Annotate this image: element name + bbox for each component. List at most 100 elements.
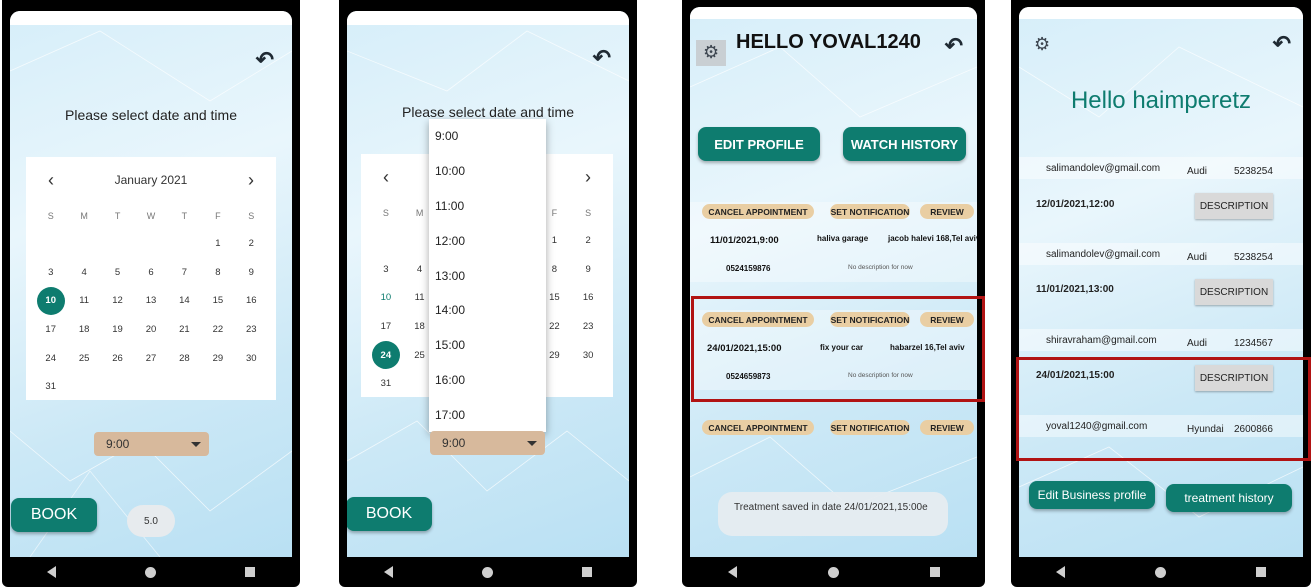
review-button[interactable]: REVIEW — [920, 204, 974, 219]
book-button[interactable]: BOOK — [347, 497, 432, 531]
time-option[interactable]: 10:00 — [429, 154, 546, 189]
calendar-day[interactable]: 26 — [101, 344, 134, 373]
treatment-history-button[interactable]: treatment history — [1166, 484, 1292, 512]
set-notification-button[interactable]: SET NOTIFICATION — [830, 420, 910, 435]
calendar-day[interactable]: 28 — [168, 344, 201, 373]
time-dropdown[interactable]: 9:00 — [94, 432, 209, 456]
edit-business-profile-button[interactable]: Edit Business profile — [1029, 481, 1155, 509]
calendar-day[interactable]: 2 — [235, 229, 268, 258]
calendar-day[interactable]: 16 — [571, 283, 605, 312]
weekday-label: T — [181, 211, 188, 221]
nav-recent-icon[interactable] — [1256, 567, 1266, 577]
watch-history-button[interactable]: WATCH HISTORY — [843, 127, 966, 161]
description-button[interactable]: DESCRIPTION — [1195, 193, 1273, 219]
time-option[interactable]: 9:00 — [429, 119, 546, 154]
cancel-appointment-button[interactable]: CANCEL APPOINTMENT — [702, 204, 814, 219]
chevron-left-icon[interactable]: ‹ — [383, 167, 389, 188]
nav-recent-icon[interactable] — [582, 567, 593, 577]
nav-back-icon[interactable] — [383, 566, 393, 578]
calendar-day[interactable]: 11 — [67, 286, 100, 315]
time-option[interactable]: 14:00 — [429, 293, 546, 328]
phone-frame-2: ↶ Please select date and time ‹ › SMTWTF… — [339, 0, 637, 587]
appointment-card: CANCEL APPOINTMENT SET NOTIFICATION REVI… — [690, 194, 977, 286]
back-icon[interactable]: ↶ — [1273, 31, 1291, 57]
cancel-appointment-button[interactable]: CANCEL APPOINTMENT — [702, 420, 814, 435]
book-button[interactable]: BOOK — [11, 498, 97, 532]
calendar-day[interactable]: 22 — [201, 315, 234, 344]
calendar-day[interactable]: 14 — [168, 286, 201, 315]
android-nav-bar — [1011, 557, 1311, 587]
calendar-day[interactable]: 31 — [34, 372, 67, 401]
nav-back-icon[interactable] — [727, 566, 737, 578]
calendar-day[interactable]: 10 — [34, 286, 67, 315]
nav-recent-icon[interactable] — [245, 567, 256, 577]
back-icon[interactable]: ↶ — [256, 47, 274, 73]
time-option[interactable]: 12:00 — [429, 223, 546, 258]
nav-back-icon[interactable] — [1056, 566, 1065, 578]
appointment-garage: haliva garage — [817, 234, 869, 243]
calendar-day[interactable]: 30 — [235, 344, 268, 373]
weekday-label: F — [215, 211, 221, 221]
time-option[interactable]: 16:00 — [429, 363, 546, 398]
back-icon[interactable]: ↶ — [593, 45, 611, 71]
set-notification-button[interactable]: SET NOTIFICATION — [830, 204, 910, 219]
calendar-day[interactable]: 10 — [369, 283, 403, 312]
calendar-day[interactable]: 19 — [101, 315, 134, 344]
car-number: 5238254 — [1234, 252, 1273, 263]
gear-icon: ⚙ — [703, 42, 720, 62]
nav-recent-icon[interactable] — [929, 567, 940, 577]
time-option[interactable]: 15:00 — [429, 328, 546, 363]
calendar-day[interactable]: 7 — [168, 258, 201, 287]
calendar-day[interactable]: 17 — [34, 315, 67, 344]
calendar-day[interactable]: 25 — [67, 344, 100, 373]
calendar-day[interactable]: 31 — [369, 369, 403, 398]
greeting-title: Hello haimperetz — [1070, 87, 1252, 114]
nav-home-icon[interactable] — [144, 566, 156, 578]
nav-home-icon[interactable] — [481, 566, 493, 578]
calendar-day[interactable]: 3 — [369, 255, 403, 284]
chevron-right-icon[interactable]: › — [585, 167, 591, 188]
calendar-day[interactable]: 23 — [235, 315, 268, 344]
calendar-day[interactable]: 9 — [235, 258, 268, 287]
calendar-day[interactable]: 18 — [67, 315, 100, 344]
review-button[interactable]: REVIEW — [920, 420, 974, 435]
settings-button[interactable]: ⚙ — [696, 40, 726, 66]
time-option[interactable]: 11:00 — [429, 189, 546, 224]
time-option[interactable]: 17:00 — [429, 397, 546, 432]
calendar-day[interactable]: 21 — [168, 315, 201, 344]
calendar-day[interactable]: 5 — [101, 258, 134, 287]
chevron-right-icon[interactable]: › — [248, 170, 254, 191]
calendar-day[interactable]: 8 — [201, 258, 234, 287]
rating-chip[interactable]: 5.0 — [127, 505, 175, 537]
nav-back-icon[interactable] — [46, 566, 56, 578]
calendar-day[interactable]: 24 — [369, 341, 403, 370]
calendar-day[interactable]: 2 — [571, 226, 605, 255]
calendar-day[interactable]: 3 — [34, 258, 67, 287]
nav-home-icon[interactable] — [827, 566, 839, 578]
back-icon[interactable]: ↶ — [945, 33, 963, 59]
calendar-day[interactable]: 9 — [571, 255, 605, 284]
nav-home-icon[interactable] — [1155, 566, 1166, 578]
calendar-day[interactable]: 13 — [134, 286, 167, 315]
user-home-screen: ⚙ HELLO YOVAL1240 ↶ EDIT PROFILE WATCH H… — [690, 7, 977, 557]
time-option[interactable]: 13:00 — [429, 258, 546, 293]
calendar-day[interactable]: 30 — [571, 341, 605, 370]
calendar-day[interactable]: 16 — [235, 286, 268, 315]
calendar-day[interactable]: 27 — [134, 344, 167, 373]
calendar-day[interactable]: 17 — [369, 312, 403, 341]
calendar-day[interactable]: 20 — [134, 315, 167, 344]
calendar-day[interactable]: 6 — [134, 258, 167, 287]
calendar-day[interactable]: 4 — [67, 258, 100, 287]
description-button[interactable]: DESCRIPTION — [1195, 279, 1273, 305]
calendar-day[interactable]: 12 — [101, 286, 134, 315]
edit-profile-button[interactable]: EDIT PROFILE — [698, 127, 820, 161]
calendar-day[interactable]: 29 — [201, 344, 234, 373]
chevron-left-icon[interactable]: ‹ — [48, 170, 54, 191]
calendar-day[interactable]: 1 — [201, 229, 234, 258]
business-home-screen: ⚙ ↶ Hello haimperetz salimandolev@gmail.… — [1019, 7, 1303, 557]
calendar-day[interactable]: 15 — [201, 286, 234, 315]
gear-icon[interactable]: ⚙ — [1034, 34, 1050, 55]
time-dropdown[interactable]: 9:00 — [430, 431, 545, 455]
calendar-day[interactable]: 23 — [571, 312, 605, 341]
calendar-day[interactable]: 24 — [34, 344, 67, 373]
